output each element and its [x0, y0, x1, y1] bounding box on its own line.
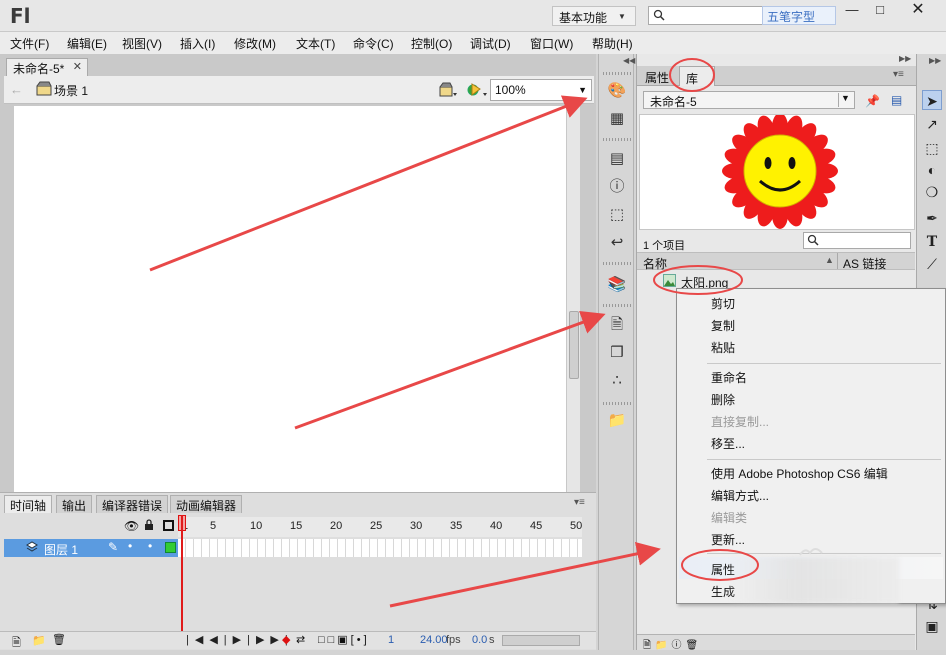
annotation-scribble — [799, 548, 823, 556]
annotation-circle — [681, 549, 759, 581]
annotation-circle — [669, 58, 715, 92]
annotation-arrow — [294, 310, 606, 430]
annotation-circle — [653, 265, 743, 295]
annotation-arrow — [149, 95, 588, 272]
annotation-arrow — [389, 541, 661, 608]
annotation-overlay — [149, 58, 823, 608]
